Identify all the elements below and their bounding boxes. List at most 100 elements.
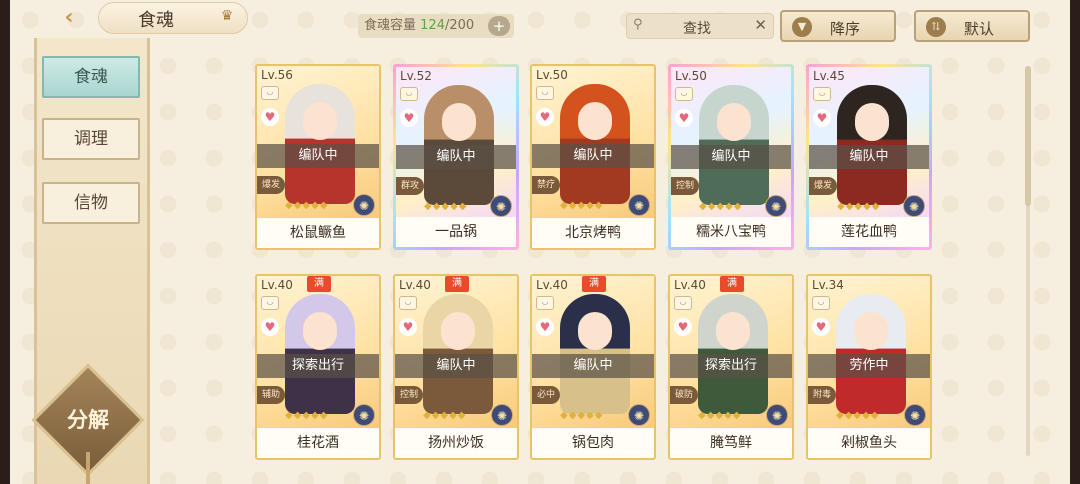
element-icon: ✺ — [765, 195, 787, 217]
capacity-label: 食魂容量 — [364, 18, 417, 33]
card-name: 剁椒鱼头 — [808, 428, 930, 458]
heart-icon: ♥ — [674, 318, 692, 336]
card-level: Lv.34 — [812, 278, 844, 292]
food-soul-card[interactable]: Lv.52 ◡ ♥ 编队中 群攻 ◆◆◆◆◆ ✺ 一品锅 — [393, 64, 519, 250]
food-soul-card[interactable]: Lv.34 ◡ ♥ 劳作中 附毒 ◆◆◆◆◆ ✺ 剁椒鱼头 — [806, 274, 932, 460]
role-tag: 附毒 — [808, 386, 836, 404]
left-edge — [0, 0, 10, 484]
sort-down-icon: ▼ — [792, 17, 812, 37]
element-icon: ✺ — [353, 194, 375, 216]
dish-icon: ◡ — [536, 86, 554, 100]
element-icon: ✺ — [903, 195, 925, 217]
full-badge: 满 — [445, 276, 469, 292]
character-face — [303, 312, 337, 350]
food-soul-card[interactable]: Lv.56 ◡ ♥ 编队中 爆发 ◆◆◆◆◆ ✺ 松鼠鳜鱼 — [255, 64, 381, 250]
star-rating: ◆◆◆◆◆ — [423, 410, 467, 421]
status-badge: 编队中 — [532, 144, 654, 168]
food-soul-card[interactable]: Lv.50 ◡ ♥ 编队中 禁疗 ◆◆◆◆◆ ✺ 北京烤鸭 — [530, 64, 656, 250]
role-tag: 必中 — [532, 386, 560, 404]
food-soul-card[interactable]: Lv.40 满 ◡ ♥ 探索出行 破防 ◆◆◆◆◆ ✺ 腌笃鲜 — [668, 274, 794, 460]
sort-label: 降序 — [830, 20, 861, 38]
back-arrow-icon[interactable]: ‹ — [48, 4, 90, 32]
filter-button[interactable]: ⇅ 默认 — [914, 10, 1030, 42]
role-tag: 群攻 — [396, 177, 424, 195]
sort-button[interactable]: ▼ 降序 — [780, 10, 896, 42]
status-badge: 编队中 — [809, 145, 929, 169]
filter-label: 默认 — [964, 20, 995, 38]
star-rating: ◆◆◆◆◆ — [837, 201, 881, 212]
food-soul-card[interactable]: Lv.40 满 ◡ ♥ 编队中 必中 ◆◆◆◆◆ ✺ 锅包肉 — [530, 274, 656, 460]
card-level: Lv.45 — [813, 69, 845, 83]
element-icon: ✺ — [490, 195, 512, 217]
heart-icon: ♥ — [400, 109, 418, 127]
dish-icon: ◡ — [812, 296, 830, 310]
decompose-label: 分解 — [67, 407, 109, 432]
role-tag: 控制 — [395, 386, 423, 404]
crown-icon[interactable]: ♛ — [216, 8, 238, 26]
dish-icon: ◡ — [536, 296, 554, 310]
character-face — [578, 102, 612, 140]
search-input[interactable]: ⚲ 查找 ✕ — [626, 13, 774, 39]
status-badge: 编队中 — [532, 354, 654, 378]
character-face — [854, 312, 888, 350]
page-title: 食魂 — [138, 10, 174, 31]
capacity-max: /200 — [444, 18, 475, 33]
food-soul-card[interactable]: Lv.50 ◡ ♥ 编队中 控制 ◆◆◆◆◆ ✺ 糯米八宝鸭 — [668, 64, 794, 250]
dish-icon: ◡ — [399, 296, 417, 310]
sidebar-item-shihun[interactable]: 食魂 — [42, 56, 140, 98]
sidebar-item-tiaoli[interactable]: 调理 — [42, 118, 140, 160]
dish-icon: ◡ — [261, 296, 279, 310]
filter-icon: ⇅ — [926, 17, 946, 37]
card-name: 腌笃鲜 — [670, 428, 792, 458]
element-icon: ✺ — [353, 404, 375, 426]
status-badge: 编队中 — [396, 145, 516, 169]
close-icon[interactable]: ✕ — [754, 16, 767, 34]
star-rating: ◆◆◆◆◆ — [285, 410, 329, 421]
scrollbar-thumb[interactable] — [1025, 66, 1031, 206]
character-face — [855, 103, 889, 141]
character-face — [441, 312, 475, 350]
role-tag: 禁疗 — [532, 176, 560, 194]
status-badge: 探索出行 — [257, 354, 379, 378]
character-face — [716, 312, 750, 350]
right-edge — [1070, 0, 1080, 484]
card-level: Lv.50 — [675, 69, 707, 83]
heart-icon: ♥ — [813, 109, 831, 127]
card-name: 锅包肉 — [532, 428, 654, 458]
search-placeholder: 查找 — [683, 21, 711, 37]
food-soul-card[interactable]: Lv.45 ◡ ♥ 编队中 爆发 ◆◆◆◆◆ ✺ 莲花血鸭 — [806, 64, 932, 250]
capacity-add-button[interactable]: + — [488, 16, 510, 36]
food-soul-card[interactable]: Lv.40 满 ◡ ♥ 探索出行 辅助 ◆◆◆◆◆ ✺ 桂花酒 — [255, 274, 381, 460]
dish-icon: ◡ — [675, 87, 693, 101]
status-badge: 探索出行 — [670, 354, 792, 378]
card-level: Lv.50 — [536, 68, 568, 82]
heart-icon: ♥ — [812, 318, 830, 336]
heart-icon: ♥ — [536, 318, 554, 336]
element-icon: ✺ — [491, 404, 513, 426]
star-rating: ◆◆◆◆◆ — [560, 410, 604, 421]
full-badge: 满 — [720, 276, 744, 292]
search-icon: ⚲ — [633, 17, 643, 32]
card-level: Lv.52 — [400, 69, 432, 83]
card-name: 扬州炒饭 — [395, 428, 517, 458]
card-name: 北京烤鸭 — [532, 218, 654, 248]
card-name: 松鼠鳜鱼 — [257, 218, 379, 248]
heart-icon: ♥ — [399, 318, 417, 336]
character-face — [442, 103, 476, 141]
role-tag: 控制 — [671, 177, 699, 195]
full-badge: 满 — [582, 276, 606, 292]
heart-icon: ♥ — [675, 109, 693, 127]
character-face — [578, 312, 612, 350]
dish-icon: ◡ — [813, 87, 831, 101]
status-badge: 编队中 — [671, 145, 791, 169]
element-icon: ✺ — [628, 404, 650, 426]
card-level: Lv.40 — [261, 278, 293, 292]
sidebar-item-xinwu[interactable]: 信物 — [42, 182, 140, 224]
status-badge: 编队中 — [395, 354, 517, 378]
role-tag: 爆发 — [257, 176, 285, 194]
food-soul-card[interactable]: Lv.40 满 ◡ ♥ 编队中 控制 ◆◆◆◆◆ ✺ 扬州炒饭 — [393, 274, 519, 460]
element-icon: ✺ — [628, 194, 650, 216]
card-name: 莲花血鸭 — [809, 217, 929, 247]
full-badge: 满 — [307, 276, 331, 292]
card-name: 糯米八宝鸭 — [671, 217, 791, 247]
